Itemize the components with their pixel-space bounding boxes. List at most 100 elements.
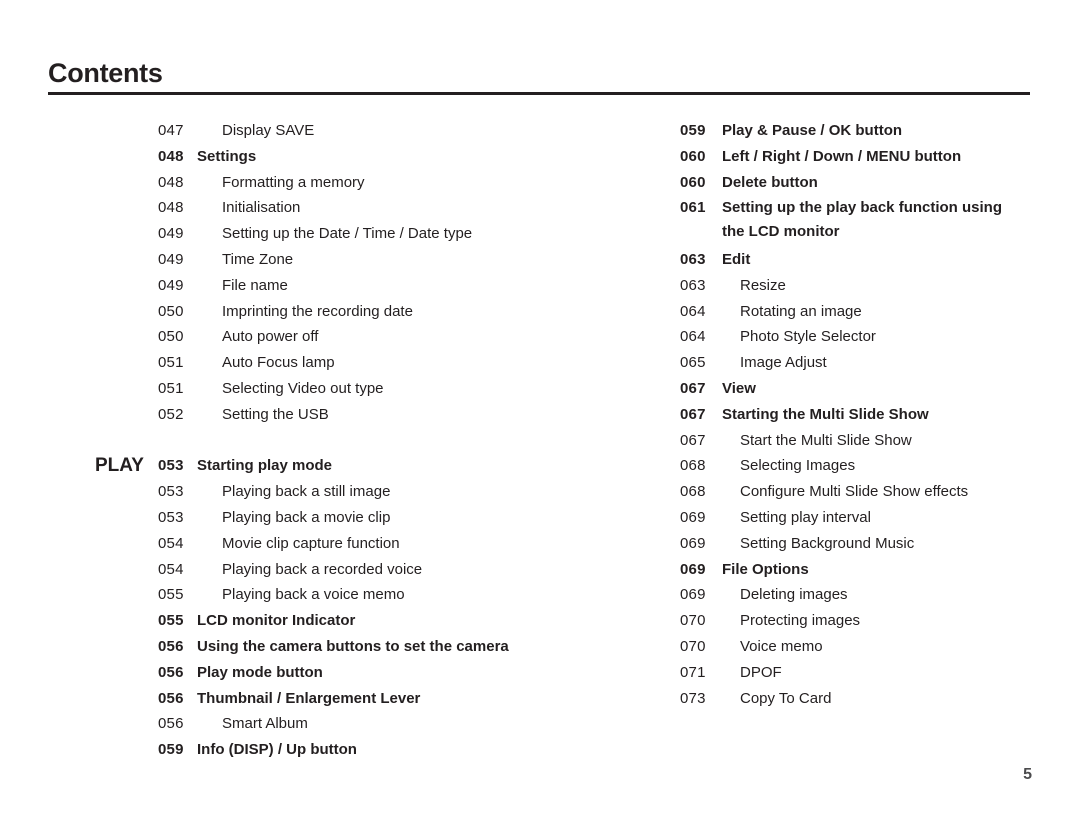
- toc-entry[interactable]: 067 View: [617, 376, 1057, 402]
- toc-entry[interactable]: 070 Protecting images: [617, 608, 1057, 634]
- toc-entry-label-line1: Setting up the play back function using: [722, 199, 1003, 217]
- toc-entry-label: Time Zone: [222, 250, 294, 268]
- toc-entry-label: Resize: [740, 276, 786, 294]
- toc-entry-label: Playing back a recorded voice: [222, 560, 423, 578]
- toc-entry-page-number: 047: [158, 122, 184, 139]
- toc-entry[interactable]: 064 Photo Style Selector: [617, 324, 1057, 350]
- toc-entry[interactable]: 048 Initialisation: [95, 195, 565, 221]
- toc-entry[interactable]: 047 Display SAVE: [95, 118, 565, 144]
- toc-entry-label: View: [722, 379, 756, 397]
- toc-entry-label: Auto power off: [222, 328, 319, 346]
- toc-entry[interactable]: 053 Playing back a still image: [95, 479, 565, 505]
- toc-entry[interactable]: 065 Image Adjust: [617, 350, 1057, 376]
- toc-entry-page-number: 049: [158, 225, 184, 243]
- toc-entry[interactable]: 055 Playing back a voice memo: [95, 582, 565, 608]
- toc-entry-label: Copy To Card: [740, 689, 832, 707]
- toc-section-gap: [95, 428, 565, 454]
- toc-entry-label: Protecting images: [740, 612, 861, 630]
- toc-entry[interactable]: 069 Setting Background Music: [617, 531, 1057, 557]
- toc-entry-label: Play mode button: [197, 663, 323, 681]
- toc-entry-page-number: 068: [680, 457, 706, 475]
- toc-entry-label: Edit: [722, 250, 751, 268]
- toc-entry-label: Playing back a voice memo: [222, 586, 405, 604]
- toc-entry[interactable]: PLAY 053 Starting play mode: [95, 453, 565, 479]
- toc-entry[interactable]: 069 File Options: [617, 557, 1057, 583]
- toc-entry[interactable]: 051 Auto Focus lamp: [95, 350, 565, 376]
- toc-entry-page-number: 053: [158, 508, 184, 526]
- toc-entry-label: Start the Multi Slide Show: [740, 431, 912, 449]
- toc-entry[interactable]: 067 Start the Multi Slide Show: [617, 428, 1057, 454]
- toc-entry-page-number: 067: [680, 405, 706, 423]
- toc-entry-label-line2: the LCD monitor: [722, 223, 840, 241]
- toc-section-label-play: PLAY: [95, 455, 144, 477]
- toc-entry[interactable]: 050 Auto power off: [95, 324, 565, 350]
- toc-entry[interactable]: 056 Smart Album: [95, 711, 565, 737]
- toc-entry[interactable]: 056 Thumbnail / Enlargement Lever: [95, 686, 565, 712]
- toc-entry[interactable]: 048 Settings: [95, 144, 565, 170]
- toc-entry-label: Deleting images: [740, 586, 848, 604]
- toc-entry-page-number: 070: [680, 612, 706, 630]
- page-header: Contents: [48, 58, 1030, 89]
- toc-entry-page-number: 055: [158, 586, 184, 604]
- toc-entry[interactable]: 049 Time Zone: [95, 247, 565, 273]
- toc-entry[interactable]: 069 Deleting images: [617, 582, 1057, 608]
- toc-entry-label: Starting play mode: [197, 457, 333, 475]
- toc-entry[interactable]: 060 Left / Right / Down / MENU button: [617, 144, 1057, 170]
- header-divider: [48, 92, 1030, 95]
- toc-entry-label: Display SAVE: [222, 122, 315, 139]
- toc-entry-page-number: 050: [158, 302, 184, 320]
- toc-entry[interactable]: 053 Playing back a movie clip: [95, 505, 565, 531]
- toc-entry[interactable]: 059 Play & Pause / OK button: [617, 118, 1057, 144]
- toc-entry-label: Info (DISP) / Up button: [197, 741, 357, 759]
- toc-entry[interactable]: 054 Playing back a recorded voice: [95, 557, 565, 583]
- toc-entry-label: Setting up the Date / Time / Date type: [222, 225, 473, 243]
- toc-entry-label: Setting up the play back function using t…: [722, 199, 1002, 240]
- toc-entry-label: DPOF: [740, 663, 782, 681]
- toc-entry[interactable]: 055 LCD monitor Indicator: [95, 608, 565, 634]
- toc-entry-label: Playing back a still image: [222, 483, 391, 501]
- toc-entry[interactable]: 064 Rotating an image: [617, 299, 1057, 325]
- toc-entry[interactable]: 050 Imprinting the recording date: [95, 299, 565, 325]
- toc-entry-label: Smart Album: [222, 715, 308, 733]
- toc-entry[interactable]: 054 Movie clip capture function: [95, 531, 565, 557]
- toc-entry-label: Delete button: [722, 173, 818, 191]
- toc-entry[interactable]: 056 Using the camera buttons to set the c…: [95, 634, 565, 660]
- toc-entry-page-number: 051: [158, 354, 184, 372]
- toc-entry-label: Auto Focus lamp: [222, 354, 335, 372]
- toc-entry-page-number: 048: [158, 199, 184, 217]
- toc-entry-label: Playing back a movie clip: [222, 508, 391, 526]
- toc-entry[interactable]: 049 Setting up the Date / Time / Date typ…: [95, 221, 565, 247]
- toc-entry-label: Formatting a memory: [222, 173, 365, 191]
- toc-entry[interactable]: 063 Resize: [617, 273, 1057, 299]
- toc-column-right: 059 Play & Pause / OK button 060 Left / Rig…: [617, 118, 1057, 711]
- toc-entry[interactable]: 070 Voice memo: [617, 634, 1057, 660]
- toc-entry-label: Left / Right / Down / MENU button: [722, 147, 962, 165]
- toc-entry-page-number: 052: [158, 405, 184, 423]
- toc-entry-label: Using the camera buttons to set the came…: [197, 637, 509, 655]
- toc-entry[interactable]: 052 Setting the USB: [95, 402, 565, 428]
- toc-entry[interactable]: 073 Copy To Card: [617, 686, 1057, 712]
- toc-entry[interactable]: 056 Play mode button: [95, 660, 565, 686]
- toc-entry-page-number: 054: [158, 560, 184, 578]
- toc-entry-label: Setting play interval: [740, 508, 871, 526]
- toc-entry-label: Rotating an image: [740, 302, 862, 320]
- toc-entry-page-number: 056: [158, 663, 184, 681]
- toc-entry[interactable]: 060 Delete button: [617, 170, 1057, 196]
- toc-entry-label: Thumbnail / Enlargement Lever: [197, 689, 421, 707]
- toc-entry-page-number: 067: [680, 379, 706, 397]
- toc-entry[interactable]: 063 Edit: [617, 247, 1057, 273]
- toc-entry[interactable]: 067 Starting the Multi Slide Show: [617, 402, 1057, 428]
- toc-entry[interactable]: 059 Info (DISP) / Up button: [95, 737, 565, 763]
- toc-entry-page-number: 063: [680, 276, 706, 294]
- toc-entry[interactable]: 049 File name: [95, 273, 565, 299]
- toc-entry[interactable]: 051 Selecting Video out type: [95, 376, 565, 402]
- toc-entry[interactable]: 068 Selecting Images: [617, 453, 1057, 479]
- toc-entry-page-number: 069: [680, 586, 706, 604]
- toc-entry[interactable]: 061 Setting up the play back function usi…: [617, 195, 1057, 247]
- toc-entry-label: Initialisation: [222, 199, 301, 217]
- toc-entry[interactable]: 071 DPOF: [617, 660, 1057, 686]
- toc-entry[interactable]: 048 Formatting a memory: [95, 170, 565, 196]
- toc-entry[interactable]: 068 Configure Multi Slide Show effects: [617, 479, 1057, 505]
- toc-entry[interactable]: 069 Setting play interval: [617, 505, 1057, 531]
- toc-entry-page-number: 070: [680, 637, 706, 655]
